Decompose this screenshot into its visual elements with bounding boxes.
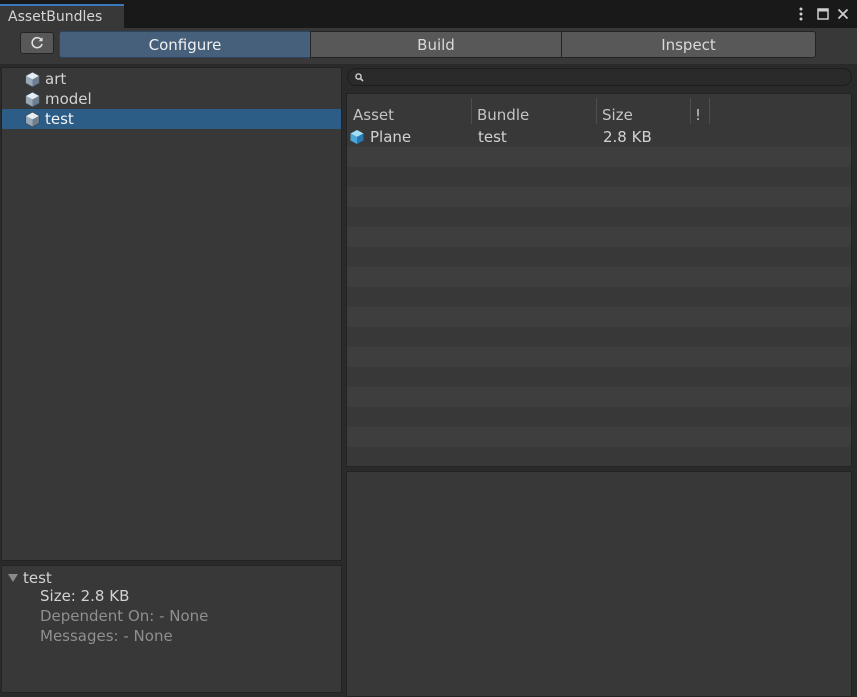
cell-bundle: test xyxy=(478,128,507,146)
bundle-dependent-on: Dependent On: - None xyxy=(40,607,209,625)
refresh-icon xyxy=(31,36,43,49)
asset-table-header: Asset Bundle Size ! xyxy=(347,94,851,126)
tab-build[interactable]: Build xyxy=(310,31,562,58)
asset-message-panel xyxy=(346,471,852,697)
close-icon[interactable] xyxy=(834,5,852,23)
column-header-messages[interactable]: ! xyxy=(695,106,701,124)
cube-icon xyxy=(25,111,40,127)
cell-asset: Plane xyxy=(370,128,412,146)
bundle-tree-item-model[interactable]: model xyxy=(2,89,341,109)
column-header-size[interactable]: Size xyxy=(602,106,633,124)
empty-row xyxy=(347,447,851,466)
window-tab-assetbundles[interactable]: AssetBundles xyxy=(0,4,124,28)
maximize-icon[interactable] xyxy=(814,5,832,23)
column-header-asset[interactable]: Asset xyxy=(353,106,394,124)
empty-row xyxy=(347,247,851,267)
bundle-details-name: test xyxy=(23,569,52,587)
empty-row xyxy=(347,367,851,387)
column-resize-handle[interactable] xyxy=(690,98,691,124)
bundle-tree-item-label: model xyxy=(45,90,92,108)
search-input[interactable] xyxy=(347,68,852,86)
refresh-button[interactable] xyxy=(20,32,54,54)
tab-inspect[interactable]: Inspect xyxy=(561,31,816,58)
bundle-tree-item-test[interactable]: test xyxy=(2,109,341,129)
cell-size: 2.8 KB xyxy=(603,128,652,146)
cube-icon xyxy=(25,91,40,107)
empty-row xyxy=(347,167,851,187)
empty-row xyxy=(347,287,851,307)
cube-icon xyxy=(25,71,40,87)
column-resize-handle[interactable] xyxy=(596,98,597,124)
kebab-menu-icon[interactable] xyxy=(792,5,810,23)
bundle-details-header[interactable]: test xyxy=(8,568,52,588)
tab-configure[interactable]: Configure xyxy=(59,31,311,58)
bundle-tree-item-art[interactable]: art xyxy=(2,69,341,89)
bundle-details: test Size: 2.8 KB Dependent On: - None M… xyxy=(1,565,342,693)
bundle-size: Size: 2.8 KB xyxy=(40,587,130,605)
search-icon xyxy=(355,73,364,82)
empty-row xyxy=(347,427,851,447)
empty-row xyxy=(347,407,851,427)
prefab-cube-icon xyxy=(350,130,364,144)
bundle-tree-item-label: test xyxy=(45,110,74,128)
empty-row xyxy=(347,327,851,347)
column-resize-handle[interactable] xyxy=(709,98,710,124)
bundle-messages: Messages: - None xyxy=(40,627,173,645)
empty-row xyxy=(347,147,851,167)
foldout-arrow-icon[interactable] xyxy=(8,574,18,582)
empty-row xyxy=(347,347,851,367)
bundle-tree[interactable]: art model test xyxy=(1,67,342,561)
toolbar: Configure Build Inspect xyxy=(0,28,857,64)
empty-row xyxy=(347,307,851,327)
column-resize-handle[interactable] xyxy=(471,98,472,124)
empty-row xyxy=(347,207,851,227)
table-row[interactable]: Plane test 2.8 KB xyxy=(347,127,851,147)
column-header-bundle[interactable]: Bundle xyxy=(477,106,529,124)
window-tab-strip: AssetBundles xyxy=(0,0,857,28)
asset-table[interactable]: Asset Bundle Size ! Plane test 2.8 KB xyxy=(346,93,852,467)
empty-row xyxy=(347,267,851,287)
empty-row xyxy=(347,227,851,247)
bundle-tree-item-label: art xyxy=(45,70,67,88)
empty-row xyxy=(347,387,851,407)
empty-row xyxy=(347,187,851,207)
